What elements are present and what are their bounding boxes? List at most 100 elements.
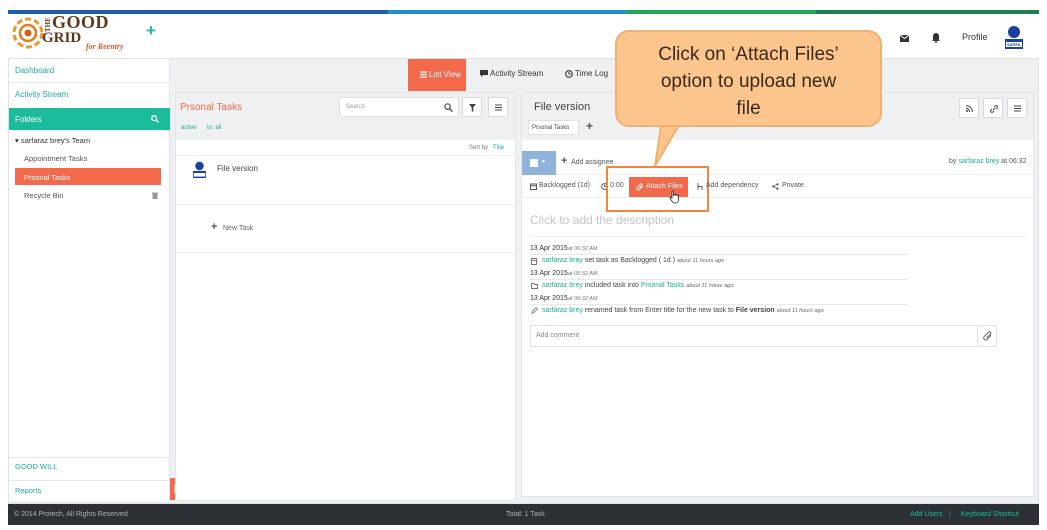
checkbox-icon xyxy=(530,159,538,167)
attach-comment-button[interactable] xyxy=(977,326,997,346)
sidebar-team[interactable]: ▾ sarfaraz brey's Team xyxy=(15,136,90,145)
footer-separator: | xyxy=(949,511,951,518)
description-field[interactable]: Click to add the description xyxy=(530,213,674,227)
divider xyxy=(9,457,170,458)
divider xyxy=(530,304,908,305)
divider xyxy=(9,82,170,83)
brand-tagline: for Reentry xyxy=(86,42,124,51)
sidebar-item-dashboard[interactable]: Dashboard xyxy=(15,66,54,75)
activity-ago: about 11 hours ago xyxy=(776,308,824,314)
activity-user-link[interactable]: sarfaraz brey xyxy=(542,257,583,264)
task-title: File version xyxy=(217,164,258,173)
search-icon[interactable] xyxy=(151,115,159,123)
sidebar-item-label: Prsonal Tasks xyxy=(24,173,71,182)
callout-line-2: option to upload new xyxy=(660,71,837,92)
paperclip-icon xyxy=(983,331,992,341)
sidebar-item-prsonal-tasks[interactable]: Prsonal Tasks xyxy=(15,168,161,185)
task-total: Total: 1 Task xyxy=(506,511,545,518)
tab-label: Time Log xyxy=(575,69,609,78)
comment-placeholder: Add comment xyxy=(536,332,580,339)
callout-line-1: Click on ‘Attach Files’ xyxy=(658,44,839,65)
status-dropdown[interactable]: ▾ xyxy=(522,151,556,175)
bell-icon[interactable] xyxy=(932,33,940,43)
folder-tag[interactable]: Prsonal Tasks xyxy=(528,120,579,135)
add-plus-icon[interactable]: + xyxy=(146,21,156,41)
private-label: Private xyxy=(782,182,804,189)
activity-ago: about 11 hours ago xyxy=(677,258,725,264)
sidebar-item-activity-stream[interactable]: Activity Stream xyxy=(15,90,68,99)
keyboard-shortcut-link[interactable]: Keyboard Shortcut xyxy=(961,511,1019,518)
creator-link[interactable]: sarfaraz brey xyxy=(958,158,999,165)
activity-ago: about 11 hours ago xyxy=(686,283,734,289)
trash-icon[interactable] xyxy=(152,192,158,199)
activity-user-link[interactable]: sarfaraz brey xyxy=(542,282,583,289)
search-icon xyxy=(444,103,453,112)
sort-value[interactable]: Title xyxy=(493,145,504,151)
avatar[interactable]: SARFA xyxy=(1002,25,1026,49)
sort-label: Sort by xyxy=(469,145,489,151)
divider xyxy=(530,279,908,280)
add-dependency-label: Add dependency xyxy=(706,182,759,189)
sidebar-folders-header[interactable]: Folders xyxy=(9,108,170,130)
comment-input[interactable]: Add comment xyxy=(530,325,997,347)
search-placeholder: Search xyxy=(346,104,366,110)
callout-line-3: file xyxy=(736,98,761,119)
filter-assignee[interactable]: to: all xyxy=(207,125,221,131)
add-users-link[interactable]: Add Users xyxy=(910,511,943,518)
share-icon xyxy=(772,183,779,190)
envelope-icon[interactable] xyxy=(900,35,909,42)
folder-icon xyxy=(531,283,538,289)
task-detail-title: File version xyxy=(534,101,591,113)
sidebar-item-recycle-bin[interactable]: Recycle Bin xyxy=(24,191,64,200)
rss-button[interactable] xyxy=(959,98,979,118)
detail-menu-button[interactable] xyxy=(1007,98,1027,118)
calendar-icon xyxy=(530,183,537,190)
add-folder-icon[interactable]: + xyxy=(586,119,593,133)
calendar-icon xyxy=(531,258,537,265)
search-input[interactable]: Search xyxy=(339,97,459,117)
profile-link[interactable]: Profile xyxy=(962,32,988,42)
tab-label: Activity Stream xyxy=(490,69,544,78)
by-label: by xyxy=(949,158,957,165)
activity-action: included task into xyxy=(584,282,639,289)
created-time: at 06:32 xyxy=(1001,158,1027,165)
highlight-box xyxy=(606,166,709,212)
plus-icon: + xyxy=(561,155,568,167)
activity-action: renamed task from Enter title for the ne… xyxy=(584,307,734,314)
filter-icon xyxy=(469,104,476,112)
filter-active[interactable]: active xyxy=(181,125,197,131)
dependency-icon xyxy=(697,183,703,190)
logo-flower-icon xyxy=(12,17,44,49)
add-assignee-label: Add assignee xyxy=(571,159,614,166)
plus-icon: + xyxy=(211,221,218,233)
user-avatar-icon xyxy=(193,161,206,178)
activity-time: at 06:32 AM xyxy=(568,296,598,302)
divider xyxy=(176,252,515,253)
menu-icon xyxy=(1014,105,1021,112)
comment-icon xyxy=(480,70,488,77)
activity-user-link[interactable]: sarfaraz brey xyxy=(542,307,583,314)
activity-date: 13 Apr 2015 xyxy=(530,245,568,252)
app-footer: © 2014 Protech, All Rights Reserved Tota… xyxy=(8,504,1039,525)
rss-icon xyxy=(966,105,973,112)
activity-time: at 06:32 AM xyxy=(568,271,598,277)
tab-list-view[interactable]: List View xyxy=(408,59,466,91)
clock-icon xyxy=(565,70,573,78)
link-button[interactable] xyxy=(983,98,1003,118)
folders-label: Folders xyxy=(15,115,42,124)
task-list-menu-button[interactable] xyxy=(488,97,508,117)
task-row[interactable]: File version xyxy=(176,155,515,205)
activity-time: at 06:32 AM xyxy=(568,246,598,252)
sidebar-item-good-will[interactable]: GOOD WILL xyxy=(15,462,58,471)
sidebar-item-appointment-tasks[interactable]: Appointment Tasks xyxy=(24,154,87,163)
task-list-title: Prsonal Tasks xyxy=(180,102,243,113)
chevron-down-icon: ▾ xyxy=(542,159,546,165)
new-task-label: New Task xyxy=(223,225,254,232)
sidebar-item-reports[interactable]: Reports xyxy=(15,486,41,495)
tutorial-callout: Click on ‘Attach Files’ option to upload… xyxy=(615,30,882,127)
filter-button[interactable] xyxy=(462,97,482,117)
activity-folder-link[interactable]: Prsonal Tasks xyxy=(641,282,684,289)
team-label: sarfaraz brey's Team xyxy=(20,136,91,145)
created-by: by sarfaraz brey at 06:32 xyxy=(949,158,1026,165)
activity-text: sarfaraz brey included task into Prsonal… xyxy=(542,282,733,289)
